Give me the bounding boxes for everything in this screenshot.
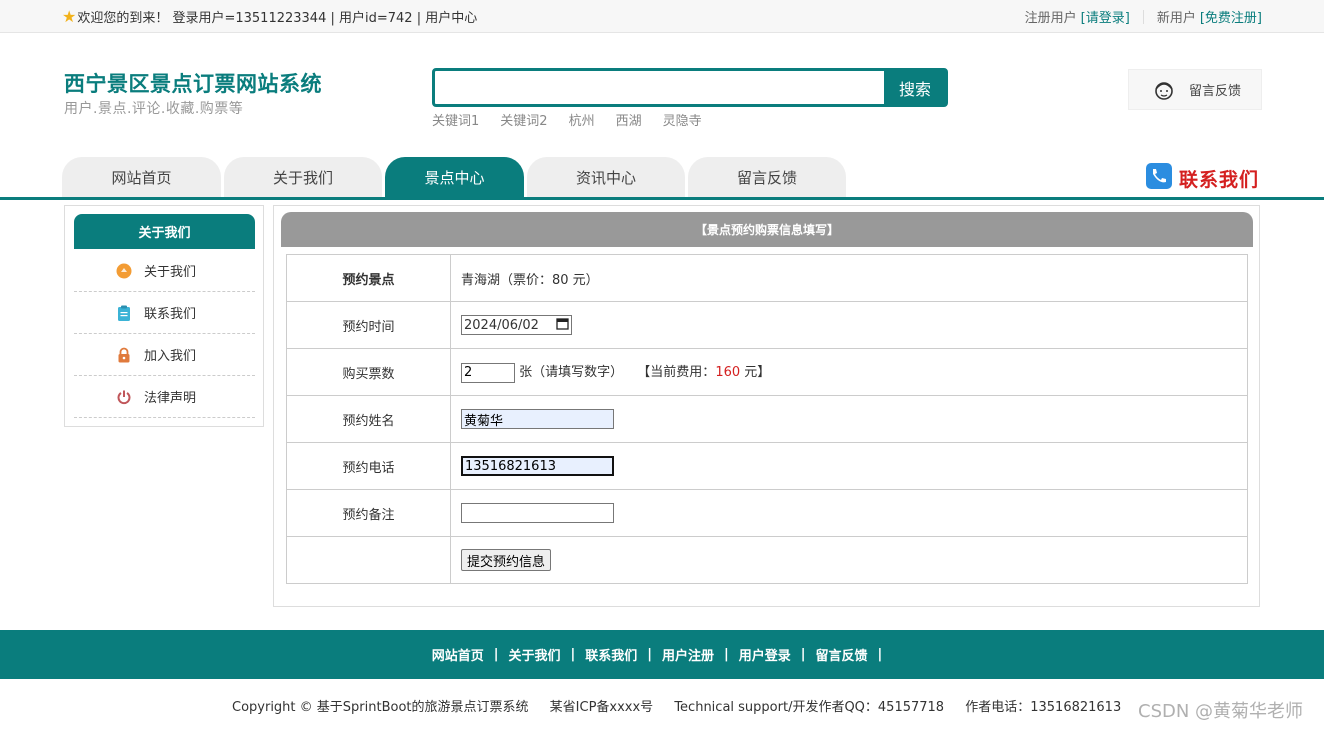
fee-suffix: 元】 <box>740 365 771 381</box>
copyright-text: Copyright © 基于SprintBoot的旅游景点订票系统 <box>232 700 529 715</box>
main-nav: 网站首页 关于我们 景点中心 资讯中心 留言反馈 <box>62 157 846 197</box>
login-link[interactable]: [请登录] <box>1081 7 1130 26</box>
welcome-text: 欢迎您的到来！ 登录用户=13511223344 | 用户id=742 | 用户… <box>77 11 478 26</box>
submit-booking-button[interactable]: 提交预约信息 <box>461 549 552 571</box>
search-box: 搜索 <box>432 68 948 107</box>
icp-text: 某省ICP备xxxx号 <box>549 700 654 715</box>
count-hint: 张（请填写数字） <box>519 365 624 381</box>
author-phone: 作者电话：13516821613 <box>965 700 1122 715</box>
ticket-count-input[interactable] <box>461 362 515 383</box>
table-row: 预约时间 2024/06/02 <box>286 301 1248 349</box>
feedback-button[interactable]: 留言反馈 <box>1128 69 1262 110</box>
remark-label: 预约备注 <box>286 489 451 537</box>
contact-us-link[interactable]: 联系我们 <box>1145 162 1259 194</box>
watermark: CSDN @黄菊华老师 <box>1138 701 1304 722</box>
name-label: 预约姓名 <box>286 395 451 443</box>
date-field[interactable]: 2024/06/02 <box>461 315 572 335</box>
hotword-link[interactable]: 杭州 <box>569 110 595 129</box>
hotword-link[interactable]: 西湖 <box>616 110 642 129</box>
search-button[interactable]: 搜索 <box>884 70 946 105</box>
date-value: 2024/06/02 <box>464 317 539 333</box>
feedback-label: 留言反馈 <box>1189 84 1242 99</box>
date-label: 预约时间 <box>286 301 451 349</box>
sidebar-title: 关于我们 <box>74 214 255 249</box>
nav-tab-home[interactable]: 网站首页 <box>62 157 221 197</box>
table-row: 预约姓名 <box>286 395 1248 443</box>
name-input[interactable] <box>461 409 614 429</box>
footer-link-home[interactable]: 网站首页 <box>432 645 484 664</box>
clipboard-icon <box>116 305 132 321</box>
divider <box>1142 9 1144 24</box>
table-row: 预约景点 青海湖（票价：80 元） <box>286 254 1248 302</box>
footer-link-about[interactable]: 关于我们 <box>508 645 560 664</box>
sidebar-item-join[interactable]: 加入我们 <box>74 334 255 376</box>
footer-nav: 网站首页 | 关于我们 | 联系我们 | 用户注册 | 用户登录 | 留言反馈 | <box>0 630 1324 679</box>
sidebar-item-label: 关于我们 <box>144 265 197 280</box>
phone-icon <box>1145 162 1173 194</box>
booking-form: 预约景点 青海湖（票价：80 元） 预约时间 2024/06/02 购买票数 张… <box>286 254 1248 584</box>
welcome-area: ★ 欢迎您的到来！ 登录用户=13511223344 | 用户id=742 | … <box>62 7 477 26</box>
auth-links: 注册用户 [请登录] 新用户 [免费注册] <box>1025 7 1262 26</box>
star-icon: ★ <box>62 6 77 26</box>
spot-value: 青海湖（票价：80 元） <box>450 254 1248 302</box>
phone-label: 预约电话 <box>286 442 451 490</box>
site-title: 西宁景区景点订票网站系统 <box>64 72 322 96</box>
table-row: 提交预约信息 <box>286 536 1248 584</box>
register-prefix: 注册用户 <box>1024 11 1077 26</box>
footer-link-login[interactable]: 用户登录 <box>739 645 791 664</box>
support-text: Technical support/开发作者QQ：45157718 <box>674 700 945 715</box>
table-row: 预约电话 <box>286 442 1248 490</box>
sidebar-item-label: 联系我们 <box>144 307 197 322</box>
hotword-link[interactable]: 关键词2 <box>500 110 547 129</box>
hotwords: 关键词1 关键词2 杭州 西湖 灵隐寺 <box>432 110 702 129</box>
sidebar-item-about[interactable]: 关于我们 <box>74 250 255 292</box>
nav-tab-attractions[interactable]: 景点中心 <box>385 157 524 197</box>
contact-us-label: 联系我们 <box>1179 168 1260 191</box>
nav-tab-news[interactable]: 资讯中心 <box>527 157 685 197</box>
nav-tab-feedback[interactable]: 留言反馈 <box>688 157 846 197</box>
sidebar-item-legal[interactable]: 法律声明 <box>74 376 255 418</box>
lock-icon <box>116 347 132 363</box>
footer-link-contact[interactable]: 联系我们 <box>585 645 637 664</box>
fee-value: 160 <box>715 365 741 381</box>
remark-input[interactable] <box>461 503 614 523</box>
sidebar-item-label: 加入我们 <box>144 349 197 364</box>
site-subtitle: 用户.景点.评论.收藏.购票等 <box>64 101 244 117</box>
nav-tab-about[interactable]: 关于我们 <box>224 157 382 197</box>
sidebar: 关于我们 关于我们 联系我们 加入我们 法律声明 <box>64 205 264 427</box>
spot-label: 预约景点 <box>286 254 451 302</box>
table-row: 预约备注 <box>286 489 1248 537</box>
new-user-label: 新用户 <box>1156 11 1196 26</box>
copyright: Copyright © 基于SprintBoot的旅游景点订票系统 某省ICP备… <box>232 696 1138 715</box>
calendar-icon[interactable] <box>556 317 569 334</box>
table-row: 购买票数 张（请填写数字） 【当前费用：160 元】 <box>286 348 1248 396</box>
signup-link[interactable]: [免费注册] <box>1200 7 1262 26</box>
sidebar-item-contact[interactable]: 联系我们 <box>74 292 255 334</box>
phone-input[interactable] <box>461 456 614 476</box>
booking-panel: 【景点预约购票信息填写】 预约景点 青海湖（票价：80 元） 预约时间 2024… <box>273 205 1260 607</box>
power-icon <box>116 389 132 405</box>
count-label: 购买票数 <box>286 348 451 396</box>
top-bar: ★ 欢迎您的到来！ 登录用户=13511223344 | 用户id=742 | … <box>0 0 1324 33</box>
empty-cell <box>286 536 451 584</box>
footer-link-feedback[interactable]: 留言反馈 <box>816 645 868 664</box>
search-input[interactable] <box>435 71 887 104</box>
sidebar-item-label: 法律声明 <box>144 391 197 406</box>
booking-form-title: 【景点预约购票信息填写】 <box>281 212 1253 247</box>
hotword-link[interactable]: 关键词1 <box>432 110 479 129</box>
hotword-link[interactable]: 灵隐寺 <box>663 110 702 129</box>
footer-link-register[interactable]: 用户注册 <box>662 645 714 664</box>
orange-circle-icon <box>116 263 132 279</box>
fee-prefix: 【当前费用： <box>637 365 716 381</box>
nav-divider <box>0 197 1324 200</box>
customer-service-icon <box>1151 77 1177 103</box>
